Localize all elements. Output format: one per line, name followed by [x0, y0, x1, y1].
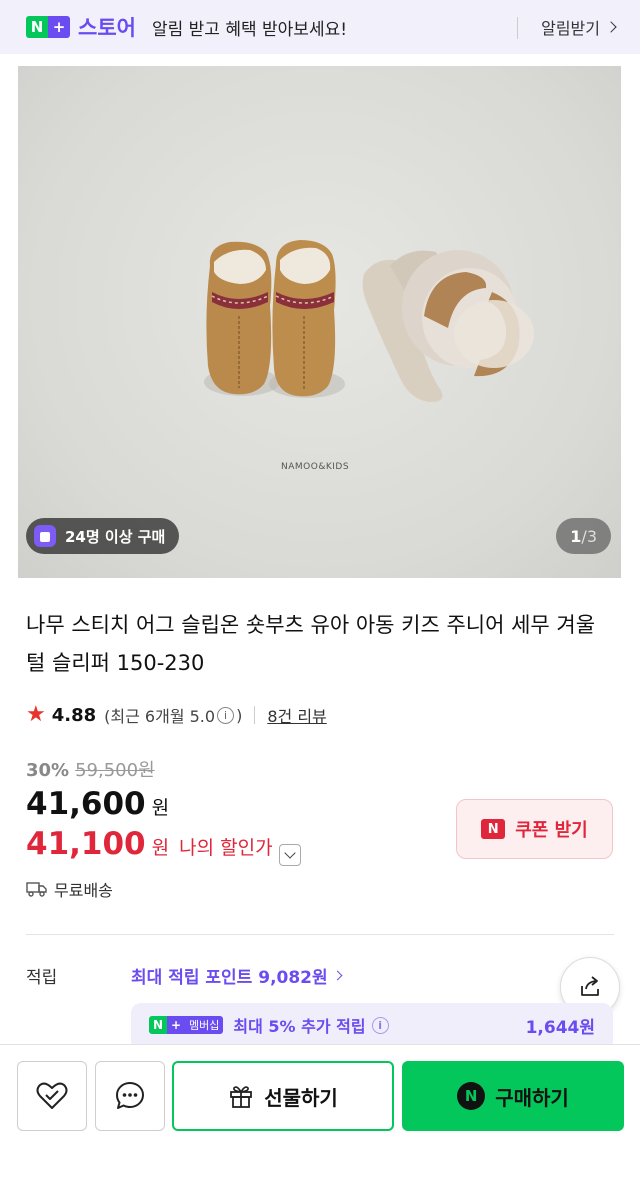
naver-n-icon: N [26, 16, 48, 38]
rating-row: ★ 4.88 (최근 6개월 5.0 i ) 8건 리뷰 [26, 703, 327, 727]
sale-price-unit: 원 [151, 797, 170, 819]
my-price-label: 나의 할인가 [179, 837, 273, 859]
my-discount-price: 41,100 원 나의 할인가 [26, 826, 301, 866]
original-price: 59,500원 [75, 760, 155, 781]
recent-rating: (최근 6개월 5.0 i ) [104, 703, 242, 727]
star-icon: ★ [26, 702, 46, 727]
talk-talk-button[interactable] [95, 1061, 165, 1131]
truck-icon [26, 882, 47, 897]
image-page-total: /3 [581, 526, 597, 546]
naver-plus-badge: N + [26, 16, 70, 38]
discount-line: 30% 59,500원 [26, 756, 155, 782]
section-divider [26, 934, 614, 935]
naver-n-icon: N [481, 819, 506, 839]
sale-price: 41,600 원 [26, 786, 169, 822]
notification-subscribe-label: 알림받기 [541, 19, 600, 38]
shopping-bag-icon [34, 525, 56, 547]
coupon-label: 쿠폰 받기 [515, 820, 588, 841]
store-notification-banner: N + 스토어 알림 받고 혜택 받아보세요! 알림받기 [0, 0, 640, 54]
product-title: 나무 스티치 어그 슬립온 숏부츠 유아 아동 키즈 주니어 세무 겨울 털 슬… [26, 613, 596, 675]
naver-plus-store-logo[interactable]: N + 스토어 [26, 12, 136, 42]
membership-points-box: N + 멤버십 최대 5% 추가 적립 i 1,644원 [131, 1003, 613, 1047]
banner-divider [517, 17, 518, 39]
photo-watermark: NAMOO&KIDS [281, 462, 350, 472]
purchase-count-label: 24명 이상 구매 [65, 527, 166, 546]
recent-rating-text: (최근 6개월 5.0 [104, 707, 216, 726]
naver-pay-icon: N [457, 1082, 486, 1110]
rating-divider [254, 706, 256, 724]
coupon-button[interactable]: N 쿠폰 받기 [456, 799, 613, 859]
bottom-action-bar: 선물하기 N 구매하기 [0, 1044, 640, 1200]
info-icon[interactable]: i [217, 706, 235, 724]
naver-n-icon: N [149, 1016, 167, 1034]
gift-icon [230, 1086, 253, 1108]
discount-rate: 30% [26, 760, 70, 781]
plus-icon: + [48, 16, 70, 38]
rating-score: 4.88 [51, 704, 97, 726]
points-label: 적립 [26, 968, 58, 988]
membership-points-text: 최대 5% 추가 적립 i [233, 1013, 390, 1037]
membership-badge-text: 멤버십 [185, 1016, 224, 1034]
banner-message: 알림 받고 혜택 받아보세요! [151, 19, 348, 40]
recent-rating-close: ) [236, 705, 243, 725]
product-photo-illustration [204, 240, 534, 402]
heart-check-icon [36, 1082, 68, 1109]
chevron-right-icon [605, 21, 617, 33]
product-image[interactable]: NAMOO&KIDS 24명 이상 구매 1 /3 [18, 66, 621, 578]
max-points-link[interactable]: 최대 적립 포인트 9,082원 [131, 963, 343, 988]
my-price-value: 41,100 [26, 826, 146, 862]
share-icon [581, 976, 599, 996]
buy-button-label: 구매하기 [495, 1085, 569, 1110]
gift-button-label: 선물하기 [264, 1085, 338, 1110]
buy-button[interactable]: N 구매하기 [402, 1061, 624, 1131]
chevron-right-icon [332, 970, 343, 981]
membership-points-amount: 1,644원 [525, 1017, 595, 1038]
sale-price-value: 41,600 [26, 786, 146, 822]
chat-icon [116, 1082, 144, 1109]
my-price-unit: 원 [151, 837, 170, 859]
gift-button[interactable]: 선물하기 [172, 1061, 394, 1131]
max-points-label: 최대 적립 포인트 9,082원 [131, 968, 328, 988]
notification-subscribe-link[interactable]: 알림받기 [541, 0, 617, 54]
info-icon[interactable]: i [371, 1016, 389, 1034]
chevron-down-icon[interactable] [278, 844, 301, 866]
plus-icon: + [167, 1016, 185, 1034]
membership-points-label: 최대 5% 추가 적립 [233, 1017, 366, 1036]
image-page-current: 1 [570, 526, 582, 546]
purchase-count-badge: 24명 이상 구매 [26, 518, 180, 554]
store-name: 스토어 [78, 16, 136, 40]
membership-badge: N + 멤버십 [149, 1016, 224, 1034]
delivery-label: 무료배송 [54, 881, 113, 900]
like-button[interactable] [17, 1061, 87, 1131]
reviews-link[interactable]: 8건 리뷰 [267, 703, 326, 727]
image-page-indicator: 1 /3 [556, 518, 611, 554]
delivery-info: 무료배송 [26, 877, 113, 901]
